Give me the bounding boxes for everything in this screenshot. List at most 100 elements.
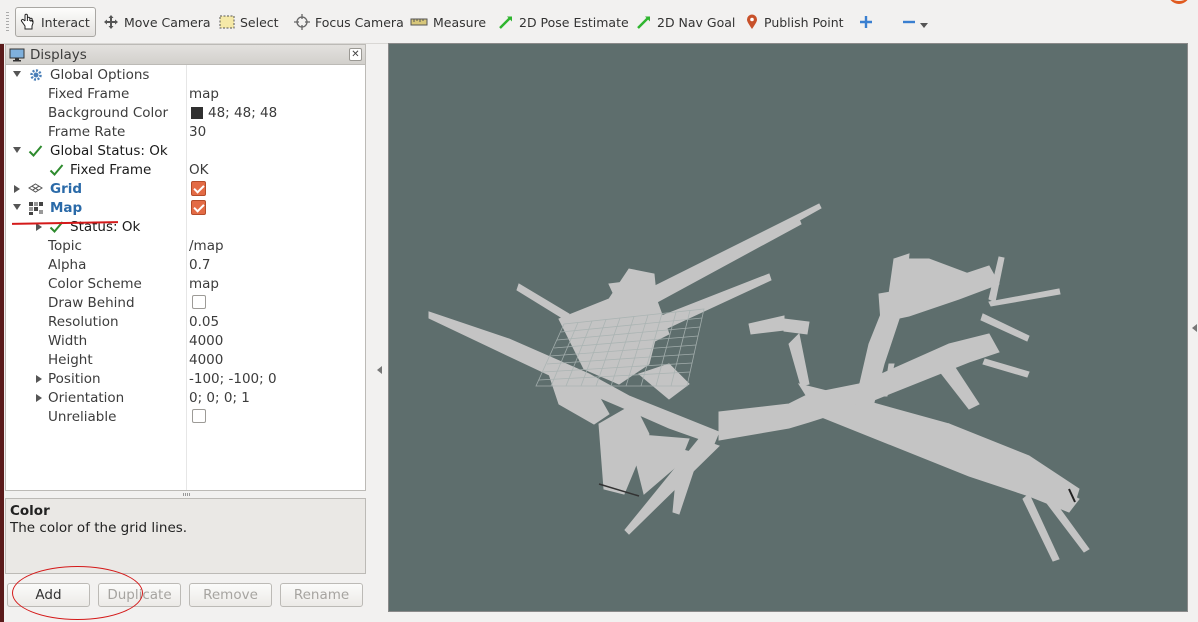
hand-cursor-icon — [20, 13, 34, 30]
tree-row-color-scheme[interactable]: Color Scheme map — [6, 275, 365, 294]
row-label: Unreliable — [48, 409, 117, 425]
tree-row-fixed-frame-status[interactable]: Fixed Frame OK — [6, 161, 365, 180]
window-corner-decoration — [1168, 0, 1190, 4]
expand-arrow-icon[interactable] — [14, 185, 20, 193]
tool-interact[interactable]: Interact — [15, 7, 96, 37]
plus-icon — [860, 16, 872, 28]
row-value: 4000 — [189, 333, 224, 349]
tool-2d-nav-goal[interactable]: 2D Nav Goal — [632, 7, 740, 37]
row-value[interactable]: map — [189, 86, 219, 102]
gear-icon — [30, 69, 42, 81]
chevron-down-icon — [920, 23, 928, 28]
ruler-icon — [410, 18, 428, 26]
tree-row-width[interactable]: Width 4000 — [6, 332, 365, 351]
tree-row-draw-behind[interactable]: Draw Behind — [6, 294, 365, 313]
row-label: Background Color — [48, 105, 169, 121]
row-label: Resolution — [48, 314, 119, 330]
checkbox-checked[interactable] — [191, 181, 206, 196]
row-label: Width — [48, 333, 88, 349]
row-label: Global Options — [50, 67, 150, 83]
unreliable-checkbox[interactable] — [189, 409, 206, 423]
tool-label: Measure — [433, 14, 487, 30]
row-label: Height — [48, 352, 93, 368]
row-value: 48; 48; 48 — [208, 105, 278, 121]
row-label: Fixed Frame — [48, 86, 130, 102]
row-value[interactable]: /map — [189, 238, 224, 254]
row-value: -100; -100; 0 — [189, 371, 277, 387]
row-value[interactable]: 0.7 — [189, 257, 210, 273]
tool-label: Move Camera — [124, 14, 211, 30]
collapse-left-arrow-icon[interactable] — [377, 366, 382, 374]
tool-label: Interact — [41, 14, 90, 30]
help-title: Color — [10, 503, 50, 519]
checkmark-icon — [49, 164, 64, 176]
checkbox-unchecked[interactable] — [192, 409, 206, 423]
green-arrow-icon — [499, 16, 512, 29]
displays-tree: Global Options Fixed Frame map Backgroun… — [5, 65, 366, 491]
row-label: Orientation — [48, 390, 125, 406]
expand-arrow-icon[interactable] — [13, 71, 21, 77]
monitor-icon — [9, 48, 25, 61]
tree-row-frame-rate[interactable]: Frame Rate 30 — [6, 123, 365, 142]
expand-arrow-icon[interactable] — [36, 375, 42, 383]
rename-button[interactable]: Rename — [280, 583, 363, 607]
tool-publish-point[interactable]: Publish Point — [741, 7, 849, 37]
tree-row-background-color[interactable]: Background Color 48; 48; 48 — [6, 104, 365, 123]
row-value: 0.05 — [189, 314, 220, 330]
bottom-strip — [388, 612, 1198, 622]
remove-tool-button[interactable] — [898, 7, 939, 37]
checkbox-checked[interactable] — [191, 200, 206, 215]
tool-select[interactable]: Select — [215, 7, 284, 37]
tree-row-unreliable[interactable]: Unreliable — [6, 408, 365, 427]
add-tool-button[interactable] — [855, 7, 883, 37]
row-value[interactable]: map — [189, 276, 219, 292]
row-value-container[interactable]: 48; 48; 48 — [189, 105, 277, 121]
row-value: 0; 0; 0; 1 — [189, 390, 250, 406]
tool-measure[interactable]: Measure — [406, 7, 491, 37]
tool-focus-camera[interactable]: Focus Camera — [290, 7, 409, 37]
help-description: The color of the grid lines. — [10, 520, 188, 536]
map-enabled-checkbox[interactable] — [189, 200, 206, 215]
tree-row-alpha[interactable]: Alpha 0.7 — [6, 256, 365, 275]
tool-2d-pose-estimate[interactable]: 2D Pose Estimate — [494, 7, 634, 37]
window-left-edge — [0, 44, 4, 622]
tree-row-height[interactable]: Height 4000 — [6, 351, 365, 370]
tree-row-topic[interactable]: Topic /map — [6, 237, 365, 256]
toolbar-grip[interactable] — [6, 12, 9, 32]
collapse-right-arrow-icon[interactable] — [1192, 324, 1197, 332]
expand-arrow-icon[interactable] — [13, 147, 21, 153]
tree-row-grid[interactable]: Grid — [6, 180, 365, 199]
panel-splitter[interactable] — [5, 491, 366, 498]
checkbox-unchecked[interactable] — [192, 295, 206, 309]
checkmark-icon — [28, 145, 43, 157]
remove-button[interactable]: Remove — [189, 583, 272, 607]
row-label: Fixed Frame — [70, 162, 152, 178]
tree-row-global-options[interactable]: Global Options — [6, 66, 365, 85]
row-label: Color Scheme — [48, 276, 142, 292]
close-panel-button[interactable]: ✕ — [349, 48, 362, 61]
render-view-3d[interactable] — [388, 43, 1188, 612]
row-label: Frame Rate — [48, 124, 126, 140]
row-value[interactable]: 30 — [189, 124, 206, 140]
expand-arrow-icon[interactable] — [36, 394, 42, 402]
tool-label: 2D Nav Goal — [657, 14, 736, 30]
tree-row-orientation[interactable]: Orientation 0; 0; 0; 1 — [6, 389, 365, 408]
minus-icon — [903, 20, 915, 24]
tree-row-map-status[interactable]: Status: Ok — [6, 218, 365, 237]
draw-behind-checkbox[interactable] — [189, 295, 206, 309]
displays-panel-title: Displays ✕ — [5, 44, 366, 65]
tree-row-global-status[interactable]: Global Status: Ok — [6, 142, 365, 161]
row-label: Global Status: Ok — [50, 143, 168, 159]
right-collapse-bar[interactable] — [1188, 43, 1198, 612]
expand-arrow-icon[interactable] — [13, 204, 21, 210]
grid-icon — [28, 183, 43, 193]
tree-row-map[interactable]: Map — [6, 199, 365, 218]
tree-row-fixed-frame[interactable]: Fixed Frame map — [6, 85, 365, 104]
main-splitter[interactable] — [369, 44, 387, 622]
tree-row-position[interactable]: Position -100; -100; 0 — [6, 370, 365, 389]
tree-row-resolution[interactable]: Resolution 0.05 — [6, 313, 365, 332]
grid-enabled-checkbox[interactable] — [189, 181, 206, 196]
map-pin-icon — [747, 14, 757, 29]
occupancy-map — [428, 203, 1090, 562]
tool-move-camera[interactable]: Move Camera — [99, 7, 216, 37]
